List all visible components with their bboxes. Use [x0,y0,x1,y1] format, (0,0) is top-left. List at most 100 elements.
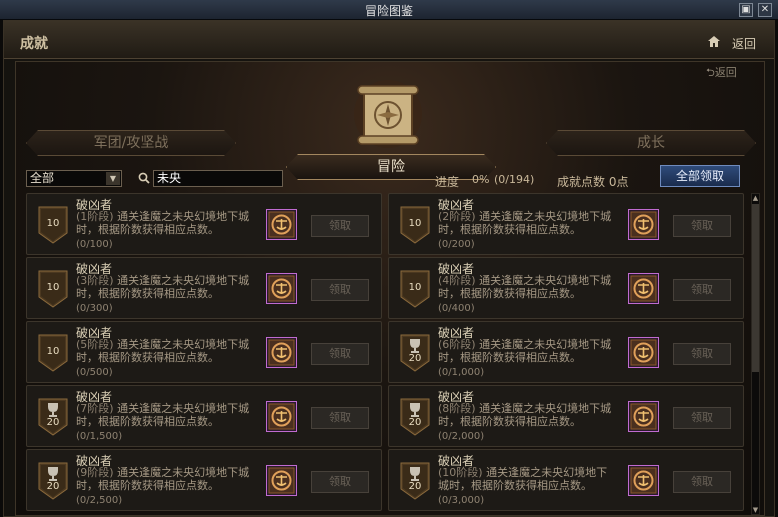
achievement-progress: (0/2,500) [76,495,123,506]
badge-points: 10 [46,346,60,357]
achievement-card: 20 破凶者 (10阶段) 通关逢魔之未央幻境地下城时，根据阶数获得相应点数。 (0/… [388,449,744,511]
reward-emblem-icon[interactable] [628,401,659,432]
achievement-description: (1阶段) 通关逢魔之未央幻境地下城时，根据阶数获得相应点数。 [76,210,256,236]
achievement-card: 10 破凶者 (1阶段) 通关逢魔之未央幻境地下城时，根据阶数获得相应点数。 (0/1… [26,193,382,255]
achievement-stage: (3阶段) [76,274,114,287]
reward-emblem-icon[interactable] [628,273,659,304]
badge-points: 20 [46,481,60,492]
achievement-card: 10 破凶者 (2阶段) 通关逢魔之未央幻境地下城时，根据阶数获得相应点数。 (0/2… [388,193,744,255]
achievement-card: 10 破凶者 (4阶段) 通关逢魔之未央幻境地下城时，根据阶数获得相应点数。 (0/4… [388,257,744,319]
scroll-compass-icon [354,80,422,148]
reward-emblem-icon[interactable] [628,465,659,496]
claim-button[interactable]: 领取 [311,279,369,301]
badge-points: 10 [46,218,60,229]
back-arrow-icon: ⮌ [706,66,715,79]
chevron-down-icon[interactable]: ▼ [106,172,120,185]
achievement-description: (5阶段) 通关逢魔之未央幻境地下城时，根据阶数获得相应点数。 [76,338,256,364]
achievement-points: 成就点数 0点 [557,175,629,189]
achievement-card: 20 破凶者 (6阶段) 通关逢魔之未央幻境地下城时，根据阶数获得相应点数。 (0/1… [388,321,744,383]
window-frame: 成就 返回 ⮌返回 军团/攻坚战 冒险 成长 全部 ▼ 未央 进度 0% (0/… [3,20,775,517]
progress-count: (0/194) [494,173,535,186]
achievement-panel: ⮌返回 军团/攻坚战 冒险 成长 全部 ▼ 未央 进度 0% (0/194) 成… [15,61,765,516]
achievement-card: 20 破凶者 (7阶段) 通关逢魔之未央幻境地下城时，根据阶数获得相应点数。 (0/1… [26,385,382,447]
achievement-card: 20 破凶者 (9阶段) 通关逢魔之未央幻境地下城时，根据阶数获得相应点数。 (0/2… [26,449,382,511]
window-titlebar: 冒险图鉴 ▣ ✕ [0,0,778,20]
progress-label: 进度 [435,175,460,189]
achievement-card: 20 破凶者 (8阶段) 通关逢魔之未央幻境地下城时，根据阶数获得相应点数。 (0/2… [388,385,744,447]
shield-badge-icon: 10 [38,270,68,308]
back-button[interactable]: 返回 [732,35,756,52]
claim-button[interactable]: 领取 [673,279,731,301]
shield-badge-icon: 10 [400,270,430,308]
achievement-stage: (10阶段) [438,466,483,479]
claim-all-button[interactable]: 全部领取 [660,165,740,187]
achievement-stage: (4阶段) [438,274,476,287]
claim-button[interactable]: 领取 [673,471,731,493]
badge-points: 20 [46,417,60,428]
scroll-down-icon[interactable]: ▼ [752,506,759,514]
achievement-card: 10 破凶者 (3阶段) 通关逢魔之未央幻境地下城时，根据阶数获得相应点数。 (0/3… [26,257,382,319]
claim-button[interactable]: 领取 [673,407,731,429]
search-input[interactable]: 未央 [153,170,283,187]
header-bar: 成就 返回 [4,21,774,59]
reward-emblem-icon[interactable] [628,337,659,368]
category-filter-select[interactable]: 全部 ▼ [26,170,122,187]
reward-emblem-icon[interactable] [266,401,297,432]
shield-badge-icon: 10 [400,206,430,244]
list-scrollbar[interactable]: ▲ ▼ [751,193,760,515]
achievement-stage: (8阶段) [438,402,476,415]
close-button[interactable]: ✕ [758,3,772,17]
badge-points: 10 [46,282,60,293]
achievement-progress: (0/3,000) [438,495,485,506]
achievement-list: 10 破凶者 (1阶段) 通关逢魔之未央幻境地下城时，根据阶数获得相应点数。 (0/1… [26,193,748,513]
reward-emblem-icon[interactable] [628,209,659,240]
achievement-progress: (0/1,000) [438,367,485,378]
claim-button[interactable]: 领取 [311,471,369,493]
shield-badge-icon: 10 [38,206,68,244]
category-filter-value: 全部 [30,171,55,185]
achievement-stage: (2阶段) [438,210,476,223]
achievement-description: (6阶段) 通关逢魔之未央幻境地下城时，根据阶数获得相应点数。 [438,338,618,364]
achievement-progress: (0/2,000) [438,431,485,442]
achievement-progress: (0/400) [438,303,475,314]
tab-growth[interactable]: 成长 [546,130,756,156]
trophy-badge-icon: 20 [400,462,430,500]
claim-button[interactable]: 领取 [673,215,731,237]
trophy-badge-icon: 20 [38,398,68,436]
achievement-description: (4阶段) 通关逢魔之未央幻境地下城时，根据阶数获得相应点数。 [438,274,618,300]
badge-points: 20 [408,481,422,492]
scrollbar-thumb[interactable] [752,204,759,372]
reward-emblem-icon[interactable] [266,337,297,368]
panel-back-button[interactable]: ⮌返回 [706,64,737,83]
trophy-badge-icon: 20 [38,462,68,500]
achievement-description: (9阶段) 通关逢魔之未央幻境地下城时，根据阶数获得相应点数。 [76,466,256,492]
panel-back-label: 返回 [714,66,737,79]
tab-legion-siege[interactable]: 军团/攻坚战 [26,130,236,156]
shield-badge-icon: 10 [38,334,68,372]
claim-button[interactable]: 领取 [673,343,731,365]
reward-emblem-icon[interactable] [266,209,297,240]
achievement-description: (3阶段) 通关逢魔之未央幻境地下城时，根据阶数获得相应点数。 [76,274,256,300]
restore-button[interactable]: ▣ [739,3,753,17]
badge-points: 20 [408,353,422,364]
claim-button[interactable]: 领取 [311,407,369,429]
badge-points: 10 [408,218,422,229]
progress-percent: 0% [472,173,490,186]
achievement-progress: (0/200) [438,239,475,250]
trophy-badge-icon: 20 [400,334,430,372]
achievement-stage: (6阶段) [438,338,476,351]
reward-emblem-icon[interactable] [266,465,297,496]
achievement-description: (7阶段) 通关逢魔之未央幻境地下城时，根据阶数获得相应点数。 [76,402,256,428]
home-icon[interactable] [708,36,720,47]
scroll-up-icon[interactable]: ▲ [752,194,759,202]
search-icon [138,172,150,184]
achievement-stage: (9阶段) [76,466,114,479]
tab-adventure[interactable]: 冒险 [286,154,496,180]
reward-emblem-icon[interactable] [266,273,297,304]
window-title: 冒险图鉴 [364,4,413,18]
claim-button[interactable]: 领取 [311,215,369,237]
trophy-badge-icon: 20 [400,398,430,436]
achievement-description: (8阶段) 通关逢魔之未央幻境地下城时，根据阶数获得相应点数。 [438,402,618,428]
claim-button[interactable]: 领取 [311,343,369,365]
achievement-description: (2阶段) 通关逢魔之未央幻境地下城时，根据阶数获得相应点数。 [438,210,618,236]
